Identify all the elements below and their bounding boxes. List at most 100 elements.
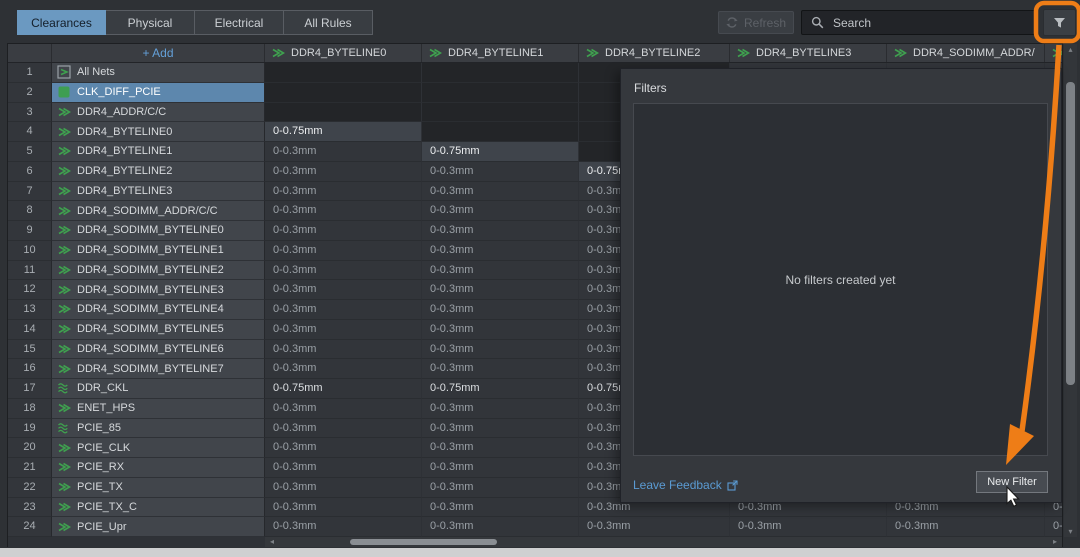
net-name-cell[interactable]: DDR4_BYTELINE0	[52, 122, 265, 142]
clearance-cell[interactable]: 0-0.3mm	[579, 517, 730, 537]
net-name-cell[interactable]: CLK_DIFF_PCIE	[52, 83, 265, 103]
clearance-cell[interactable]: 0-0.3mm	[422, 399, 579, 419]
clearance-cell[interactable]	[265, 103, 422, 123]
clearance-cell[interactable]: 0-0.3mm	[422, 498, 579, 518]
tab-all-rules[interactable]: All Rules	[284, 10, 373, 35]
clearance-cell[interactable]: 0-0.3mm	[422, 478, 579, 498]
clearance-cell[interactable]: 0-0.3mm	[422, 438, 579, 458]
clearance-cell[interactable]: 0-0.3mm	[422, 280, 579, 300]
net-name-cell[interactable]: PCIE_Upr	[52, 517, 265, 537]
clearance-cell[interactable]: 0-0.3mm	[265, 399, 422, 419]
net-name-cell[interactable]: DDR4_SODIMM_BYTELINE1	[52, 241, 265, 261]
clearance-cell[interactable]	[422, 83, 579, 103]
scroll-down-icon[interactable]: ▾	[1064, 526, 1077, 537]
net-name-cell[interactable]: DDR4_BYTELINE2	[52, 162, 265, 182]
clearance-cell[interactable]: 0-0.3mm	[422, 221, 579, 241]
net-name-cell[interactable]: PCIE_85	[52, 419, 265, 439]
tab-electrical[interactable]: Electrical	[195, 10, 284, 35]
clearance-cell[interactable]: 0-0.3mm	[422, 340, 579, 360]
net-name-cell[interactable]: PCIE_TX_C	[52, 498, 265, 518]
vertical-scroll-thumb[interactable]	[1066, 82, 1075, 385]
clearance-cell[interactable]: 0-0.3mm	[265, 241, 422, 261]
clearance-cell[interactable]: 0-0.75mm	[422, 379, 579, 399]
clearance-cell[interactable]: 0-0.3mm	[422, 419, 579, 439]
net-name-cell[interactable]: DDR4_SODIMM_BYTELINE3	[52, 280, 265, 300]
net-name-cell[interactable]: DDR4_SODIMM_BYTELINE5	[52, 320, 265, 340]
net-name-cell[interactable]: PCIE_CLK	[52, 438, 265, 458]
clearance-cell[interactable]: 0-0.75mm	[265, 379, 422, 399]
clearance-cell[interactable]: 0-0.3mm	[265, 320, 422, 340]
clearance-cell[interactable]: 0-0.3mm	[422, 261, 579, 281]
horizontal-scroll-thumb[interactable]	[350, 539, 497, 545]
column-header-partial[interactable]	[1045, 44, 1062, 62]
clearance-cell[interactable]: 0-0.3mm	[265, 221, 422, 241]
clearance-cell[interactable]: 0-0.3mm	[422, 458, 579, 478]
add-rule-button[interactable]: + Add	[52, 44, 265, 62]
clearance-cell[interactable]: 0-0.3mm	[265, 142, 422, 162]
scroll-left-icon[interactable]: ◂	[267, 537, 277, 547]
clearance-cell[interactable]: 0-0.3mm	[422, 201, 579, 221]
net-name-cell[interactable]: DDR_CKL	[52, 379, 265, 399]
net-name-cell[interactable]: DDR4_ADDR/C/C	[52, 103, 265, 123]
vertical-scrollbar[interactable]: ▴ ▾	[1064, 44, 1077, 537]
net-name-cell[interactable]: ENET_HPS	[52, 399, 265, 419]
net-name-cell[interactable]: DDR4_SODIMM_BYTELINE4	[52, 300, 265, 320]
tab-physical[interactable]: Physical	[106, 10, 195, 35]
tab-clearances[interactable]: Clearances	[17, 10, 106, 35]
clearance-cell[interactable]: 0-0.3mm	[265, 280, 422, 300]
clearance-cell[interactable]: 0-0.3mm	[265, 261, 422, 281]
clearance-cell[interactable]: 0-0.3mm	[422, 241, 579, 261]
scroll-right-icon[interactable]: ▸	[1050, 537, 1060, 547]
net-name-cell[interactable]: DDR4_SODIMM_ADDR/C/C	[52, 201, 265, 221]
clearance-cell[interactable]: 0-0.3mm	[265, 340, 422, 360]
clearance-cell[interactable]	[422, 103, 579, 123]
search-input[interactable]	[831, 15, 1028, 31]
clearance-cell[interactable]: 0-0.3mm	[422, 182, 579, 202]
net-name-cell[interactable]: DDR4_SODIMM_BYTELINE0	[52, 221, 265, 241]
net-name-cell[interactable]: DDR4_BYTELINE3	[52, 182, 265, 202]
clearance-cell[interactable]: 0-0.3mm	[422, 320, 579, 340]
filter-toggle-button[interactable]	[1043, 9, 1076, 36]
clearance-cell[interactable]: 0-0.3mm	[265, 182, 422, 202]
clearance-cell[interactable]: 0-0.75mm	[265, 122, 422, 142]
net-name-cell[interactable]: All Nets	[52, 63, 265, 83]
net-name-cell[interactable]: DDR4_SODIMM_BYTELINE2	[52, 261, 265, 281]
clearance-cell[interactable]: 0-0.3mm	[265, 438, 422, 458]
clearance-cell[interactable]: 0-0.3mm	[265, 359, 422, 379]
clearance-cell[interactable]: 0-0.3mm	[422, 517, 579, 537]
search-box[interactable]	[801, 10, 1038, 35]
column-header-DDR4_SODIMM_ADDR/[interactable]: DDR4_SODIMM_ADDR/	[887, 44, 1045, 62]
clearance-cell[interactable]: 0-0.3mm	[422, 359, 579, 379]
clearance-cell[interactable]: 0-0.3mm	[265, 498, 422, 518]
clearance-cell[interactable]: 0-0.3mm	[265, 162, 422, 182]
clearance-cell[interactable]: 0-0.75mm	[422, 142, 579, 162]
horizontal-scrollbar[interactable]: ◂ ▸	[265, 537, 1062, 547]
column-header-DDR4_BYTELINE2[interactable]: DDR4_BYTELINE2	[579, 44, 730, 62]
net-name-cell[interactable]: PCIE_TX	[52, 478, 265, 498]
clearance-cell[interactable]	[422, 63, 579, 83]
clearance-cell[interactable]: 0-0.3mm	[265, 517, 422, 537]
clearance-cell[interactable]	[265, 63, 422, 83]
net-name-cell[interactable]: DDR4_SODIMM_BYTELINE6	[52, 340, 265, 360]
scroll-up-icon[interactable]: ▴	[1064, 44, 1077, 55]
net-name-cell[interactable]: DDR4_SODIMM_BYTELINE7	[52, 359, 265, 379]
leave-feedback-link[interactable]: Leave Feedback	[633, 478, 738, 492]
column-header-DDR4_BYTELINE3[interactable]: DDR4_BYTELINE3	[730, 44, 887, 62]
clearance-cell[interactable]: 0-0.3mm	[265, 458, 422, 478]
clearance-cell[interactable]: 0-0.3mm	[422, 300, 579, 320]
clearance-cell[interactable]: 0-0.3mm	[887, 517, 1045, 537]
clearance-cell[interactable]	[265, 83, 422, 103]
clearance-cell[interactable]: 0-0.3mm	[1045, 517, 1062, 537]
new-filter-button[interactable]: New Filter	[976, 471, 1048, 493]
column-header-DDR4_BYTELINE1[interactable]: DDR4_BYTELINE1	[422, 44, 579, 62]
column-header-DDR4_BYTELINE0[interactable]: DDR4_BYTELINE0	[265, 44, 422, 62]
net-name-cell[interactable]: DDR4_BYTELINE1	[52, 142, 265, 162]
clearance-cell[interactable]: 0-0.3mm	[422, 162, 579, 182]
clearance-cell[interactable]	[422, 122, 579, 142]
clearance-cell[interactable]: 0-0.3mm	[265, 300, 422, 320]
clearance-cell[interactable]: 0-0.3mm	[265, 419, 422, 439]
clearance-cell[interactable]: 0-0.3mm	[265, 478, 422, 498]
refresh-button[interactable]: Refresh	[718, 11, 794, 34]
net-name-cell[interactable]: PCIE_RX	[52, 458, 265, 478]
clearance-cell[interactable]: 0-0.3mm	[730, 517, 887, 537]
